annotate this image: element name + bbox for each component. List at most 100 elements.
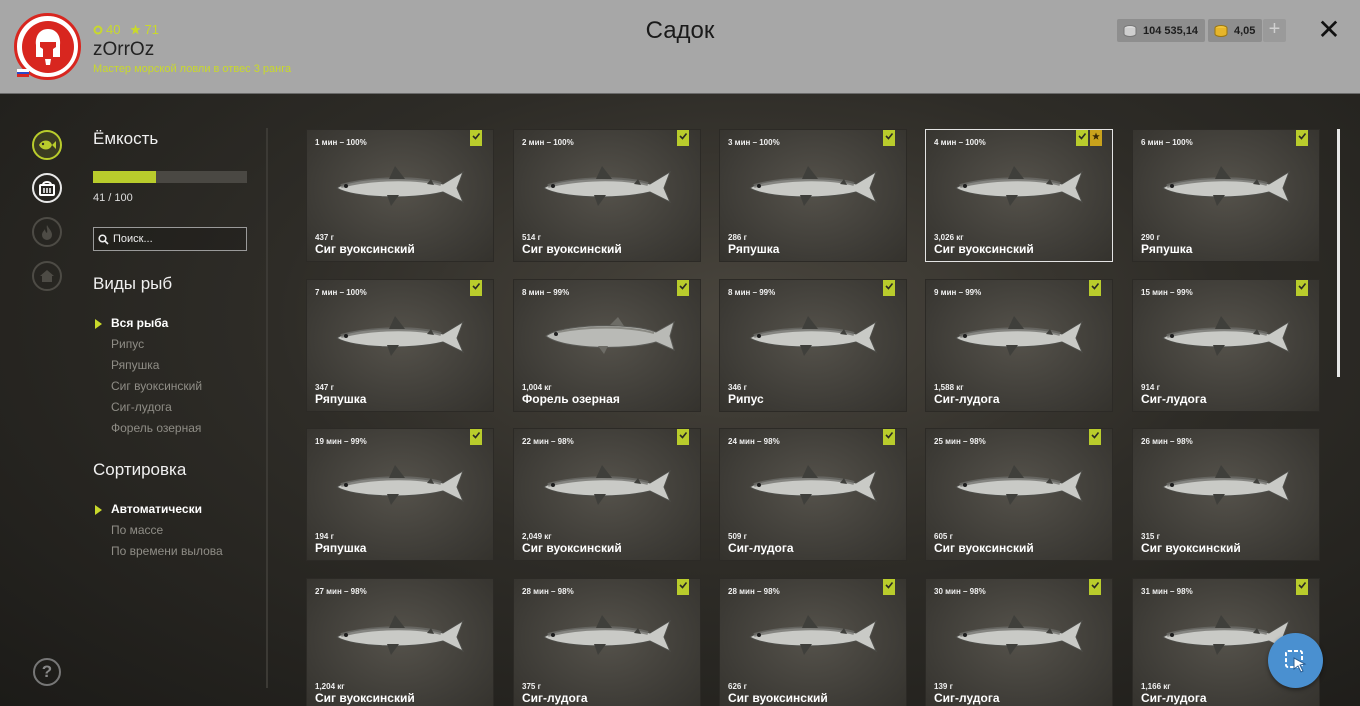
country-flag-icon xyxy=(17,69,29,77)
fish-card[interactable]: 4 мин – 100% 3,026 кг Сиг вуоксинский xyxy=(925,129,1113,262)
fish-image xyxy=(538,607,678,663)
checkmark-bookmark-icon[interactable] xyxy=(1089,280,1101,296)
keepnet-fish-tab[interactable] xyxy=(32,130,62,160)
checkmark-bookmark-icon[interactable] xyxy=(1296,130,1308,146)
capacity-bar-fill xyxy=(93,171,157,183)
scrollbar-thumb[interactable] xyxy=(1337,129,1340,377)
fish-species-name: Сиг-лудога xyxy=(934,392,1000,406)
fish-card[interactable]: 27 мин – 98% 1,204 кг Сиг вуоксинский xyxy=(306,578,494,706)
sort-option-item[interactable]: По времени вылова xyxy=(93,541,263,562)
fish-card[interactable]: 6 мин – 100% 290 г Ряпушка xyxy=(1132,129,1320,262)
checkmark-bookmark-icon[interactable] xyxy=(677,429,689,445)
fish-image xyxy=(1157,308,1297,364)
fish-image xyxy=(950,308,1090,364)
capacity-bar xyxy=(93,171,247,183)
fish-image xyxy=(950,607,1090,663)
buy-currency-button[interactable]: + xyxy=(1263,19,1286,42)
fish-image xyxy=(744,308,884,364)
checkmark-bookmark-icon[interactable] xyxy=(883,579,895,595)
basket-tab[interactable] xyxy=(32,173,62,203)
fish-weight: 375 г xyxy=(522,682,541,691)
star-bookmark-icon[interactable] xyxy=(1090,130,1102,146)
species-filter-item[interactable]: Рипус xyxy=(93,334,263,355)
fish-card[interactable]: 22 мин – 98% 2,049 кг Сиг вуоксинский xyxy=(513,428,701,561)
fish-species-name: Сиг-лудога xyxy=(522,691,588,705)
checkmark-bookmark-icon[interactable] xyxy=(883,429,895,445)
checkmark-bookmark-icon[interactable] xyxy=(1296,579,1308,595)
star-icon xyxy=(130,24,142,35)
fish-card[interactable]: 7 мин – 100% 347 г Ряпушка xyxy=(306,279,494,412)
species-filter-list: Вся рыба Рипус Ряпушка Сиг вуоксинский Сиг-л… xyxy=(93,313,263,439)
fish-image xyxy=(950,457,1090,513)
silver-amount: 104 535,14 xyxy=(1143,24,1199,37)
fish-card[interactable]: 8 мин – 99% 1,004 кг Форель озерная xyxy=(513,279,701,412)
fish-card[interactable]: 28 мин – 98% 626 г Сиг вуоксинский xyxy=(719,578,907,706)
checkmark-bookmark-icon[interactable] xyxy=(1089,429,1101,445)
fish-species-name: Сиг вуоксинский xyxy=(934,541,1034,555)
species-filter-item-label: Ряпушка xyxy=(111,358,160,372)
checkmark-bookmark-icon[interactable] xyxy=(883,280,895,296)
fish-card[interactable]: 9 мин – 99% 1,588 кг Сиг-лудога xyxy=(925,279,1113,412)
silver-balance[interactable]: 104 535,14 xyxy=(1117,19,1206,42)
checkmark-bookmark-icon[interactable] xyxy=(677,280,689,296)
species-filter-item-label: Вся рыба xyxy=(111,316,169,330)
home-tab[interactable] xyxy=(32,261,62,291)
fish-image xyxy=(744,457,884,513)
checkmark-bookmark-icon[interactable] xyxy=(677,579,689,595)
cursor-mode-button[interactable] xyxy=(1268,633,1323,688)
catch-time-freshness: 9 мин – 99% xyxy=(934,288,982,297)
fish-card[interactable]: 25 мин – 98% 605 г Сиг вуоксинский xyxy=(925,428,1113,561)
species-filter-item[interactable]: Вся рыба xyxy=(93,313,263,334)
coin-count: 40 xyxy=(106,22,121,37)
search-box[interactable] xyxy=(93,227,247,251)
grid-scrollbar[interactable] xyxy=(1337,129,1340,689)
catch-time-freshness: 28 мин – 98% xyxy=(728,587,780,596)
fish-weight: 914 г xyxy=(1141,383,1160,392)
star-count: 71 xyxy=(144,22,159,37)
catch-time-freshness: 26 мин – 98% xyxy=(1141,437,1193,446)
checkmark-bookmark-icon[interactable] xyxy=(883,130,895,146)
fish-weight: 346 г xyxy=(728,383,747,392)
coin-stat: 40 xyxy=(93,22,120,37)
catch-time-freshness: 8 мин – 99% xyxy=(522,288,570,297)
gold-balance[interactable]: 4,05 xyxy=(1208,19,1263,42)
fish-card[interactable]: 3 мин – 100% 286 г Ряпушка xyxy=(719,129,907,262)
fish-weight: 286 г xyxy=(728,233,747,242)
cursor-pointer-icon xyxy=(1284,649,1306,673)
catch-time-freshness: 28 мин – 98% xyxy=(522,587,574,596)
fish-card[interactable]: 28 мин – 98% 375 г Сиг-лудога xyxy=(513,578,701,706)
checkmark-bookmark-icon[interactable] xyxy=(470,280,482,296)
fish-card[interactable]: 8 мин – 99% 346 г Рипус xyxy=(719,279,907,412)
sort-option-item[interactable]: По массе xyxy=(93,520,263,541)
fish-card[interactable]: 24 мин – 98% 509 г Сиг-лудога xyxy=(719,428,907,561)
fish-card[interactable]: 1 мин – 100% 437 г Сиг вуоксинский xyxy=(306,129,494,262)
help-button[interactable]: ? xyxy=(33,658,61,686)
checkmark-bookmark-icon[interactable] xyxy=(470,130,482,146)
fish-card[interactable]: 30 мин – 98% 139 г Сиг-лудога xyxy=(925,578,1113,706)
fish-species-name: Сиг вуоксинский xyxy=(1141,541,1241,555)
checkmark-bookmark-icon[interactable] xyxy=(470,429,482,445)
search-input[interactable] xyxy=(113,233,233,245)
fish-card[interactable]: 15 мин – 99% 914 г Сиг-лудога xyxy=(1132,279,1320,412)
checkmark-bookmark-icon[interactable] xyxy=(1296,280,1308,296)
catch-time-freshness: 27 мин – 98% xyxy=(315,587,367,596)
fish-weight: 1,166 кг xyxy=(1141,682,1171,691)
checkmark-bookmark-icon[interactable] xyxy=(1076,130,1088,146)
fish-weight: 2,049 кг xyxy=(522,532,552,541)
species-filter-item[interactable]: Сиг-лудога xyxy=(93,397,263,418)
fish-species-name: Ряпушка xyxy=(728,242,780,256)
fish-card[interactable]: 2 мин – 100% 514 г Сиг вуоксинский xyxy=(513,129,701,262)
catch-time-freshness: 31 мин – 98% xyxy=(1141,587,1193,596)
checkmark-bookmark-icon[interactable] xyxy=(1089,579,1101,595)
close-button[interactable]: ✕ xyxy=(1316,16,1342,44)
species-filter-item[interactable]: Ряпушка xyxy=(93,355,263,376)
sort-option-item[interactable]: Автоматически xyxy=(93,499,263,520)
species-filter-item[interactable]: Форель озерная xyxy=(93,418,263,439)
campfire-tab[interactable] xyxy=(32,217,62,247)
fish-weight: 514 г xyxy=(522,233,541,242)
species-filter-item[interactable]: Сиг вуоксинский xyxy=(93,376,263,397)
fish-card[interactable]: 26 мин – 98% 315 г Сиг вуоксинский xyxy=(1132,428,1320,561)
checkmark-bookmark-icon[interactable] xyxy=(677,130,689,146)
fish-weight: 139 г xyxy=(934,682,953,691)
fish-card[interactable]: 19 мин – 99% 194 г Ряпушка xyxy=(306,428,494,561)
